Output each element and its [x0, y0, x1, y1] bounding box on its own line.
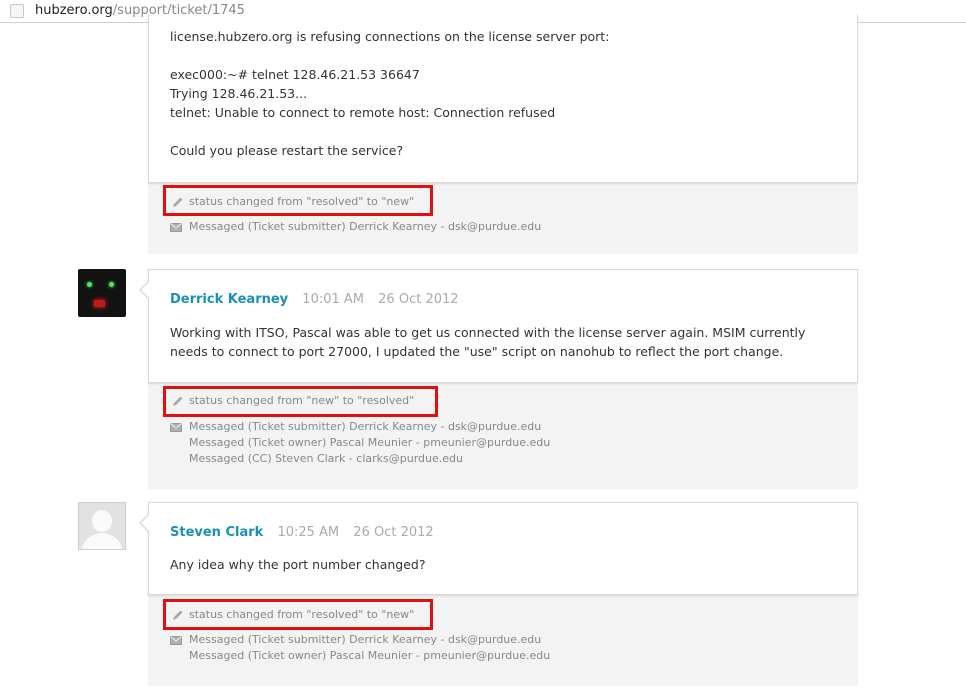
avatar[interactable]: [78, 502, 126, 550]
comment-text: Any idea why the port number changed?: [170, 557, 426, 572]
status-highlight: [163, 386, 438, 417]
comment-time: 10:01 AM: [302, 292, 365, 307]
comment-text: Working with ITSO, Pascal was able to ge…: [170, 325, 806, 359]
message-text: Messaged (Ticket submitter) Derrick Kear…: [189, 420, 542, 433]
comment-meta: Steven Clark 10:25 AM 26 Oct 2012: [170, 525, 434, 540]
comment-pointer: [139, 513, 150, 533]
author-link[interactable]: Derrick Kearney: [170, 292, 288, 307]
avatar[interactable]: [78, 269, 126, 317]
comment-date: 26 Oct 2012: [353, 525, 434, 540]
message-text: Messaged (Ticket owner) Pascal Meunier -…: [189, 436, 551, 449]
envelope-icon: [170, 423, 182, 432]
avatar-body: [81, 533, 123, 549]
entry-3-comment: Steven Clark 10:25 AM 26 Oct 2012 Any id…: [148, 502, 858, 595]
author-link[interactable]: Steven Clark: [170, 525, 263, 540]
page-icon: [10, 4, 24, 18]
avatar-eye: [87, 282, 92, 287]
entry-2-comment: Derrick Kearney 10:01 AM 26 Oct 2012 Wor…: [148, 269, 858, 383]
comment-date: 26 Oct 2012: [378, 292, 459, 307]
avatar-head: [92, 510, 112, 532]
message-text: Messaged (CC) Steven Clark - clarks@purd…: [189, 452, 463, 465]
comment-text: license.hubzero.org is refusing connecti…: [170, 29, 610, 158]
avatar-mouth: [94, 300, 105, 307]
message-text: Messaged (Ticket submitter) Derrick Kear…: [189, 220, 542, 233]
status-highlight: [163, 599, 433, 630]
avatar-eye: [109, 282, 114, 287]
url-host: hubzero.org: [35, 3, 113, 18]
envelope-icon: [170, 636, 182, 645]
status-highlight: [163, 185, 433, 216]
message-text: Messaged (Ticket submitter) Derrick Kear…: [189, 633, 542, 646]
envelope-icon: [170, 223, 182, 232]
message-text: Messaged (Ticket owner) Pascal Meunier -…: [189, 649, 551, 662]
comment-meta: Derrick Kearney 10:01 AM 26 Oct 2012: [170, 292, 459, 307]
entry-1-comment: license.hubzero.org is refusing connecti…: [148, 14, 858, 183]
comment-time: 10:25 AM: [277, 525, 340, 540]
comment-pointer: [139, 280, 150, 300]
